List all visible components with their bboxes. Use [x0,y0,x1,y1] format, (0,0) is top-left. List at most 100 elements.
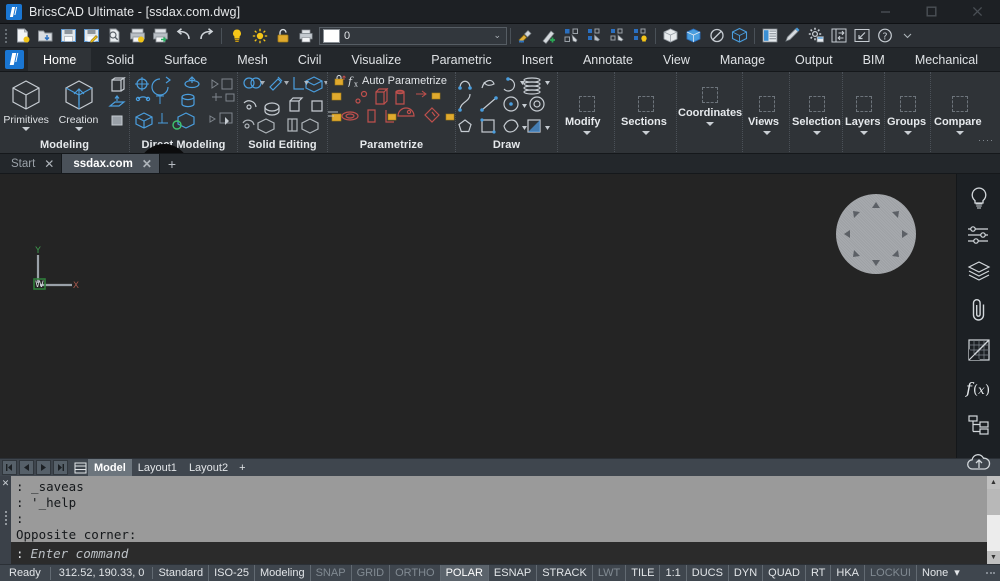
add-selected-icon[interactable] [537,25,560,47]
tab-solid[interactable]: Solid [91,48,149,71]
status-item-dyn[interactable]: DYN [729,564,764,581]
status-item-standard[interactable]: Standard [153,564,210,581]
layout-tab-layout2[interactable]: Layout2 [183,459,234,477]
command-input[interactable]: : Enter command [11,542,987,564]
status-item-strack[interactable]: STRACK [537,564,593,581]
doc-tab-start[interactable]: Start ✕ [0,154,63,173]
tab-annotate[interactable]: Annotate [568,48,648,71]
scroll-down-arrow-icon[interactable]: ▼ [987,551,1000,564]
box-solid-icon[interactable] [107,112,127,128]
tab-output[interactable]: Output [780,48,848,71]
layers-icon[interactable] [964,260,994,282]
sections-caret-icon[interactable] [642,131,650,135]
coordinates-caret-icon[interactable] [706,122,714,126]
match-properties-icon[interactable] [514,25,537,47]
views-label[interactable]: Views [748,116,779,128]
last-layout-button[interactable] [53,460,68,475]
compare-label[interactable]: Compare [934,116,982,128]
status-item-lwt[interactable]: LWT [593,564,627,581]
views-caret-icon[interactable] [763,131,771,135]
tab-home[interactable]: Home [28,48,92,71]
new-document-tab-button[interactable]: + [160,154,184,173]
status-item-hka[interactable]: HKA [831,564,866,581]
layout-list-icon[interactable] [72,460,88,475]
tab-insert[interactable]: Insert [507,48,568,71]
selection-label[interactable]: Selection [792,116,841,128]
tab-view[interactable]: View [648,48,705,71]
toolbar-grip[interactable] [3,27,9,45]
status-resize-grip[interactable] [981,572,1000,574]
ribbon-overflow-dots[interactable]: ···· [978,135,994,145]
coordinates-label[interactable]: Coordinates [678,107,742,119]
undo-button[interactable] [172,25,195,47]
modify-label[interactable]: Modify [565,116,600,128]
status-item-grid[interactable]: GRID [352,564,391,581]
open-drawing-button[interactable] [34,25,57,47]
structure-tree-icon[interactable] [964,414,994,436]
redo-button[interactable] [195,25,218,47]
status-item-lockui[interactable]: LOCKUI [865,564,917,581]
polysolid-icon[interactable] [107,77,127,94]
settings-icon[interactable] [804,25,827,47]
status-item-tile[interactable]: TILE [626,564,661,581]
help-icon[interactable]: ? [873,25,896,47]
doc-tab-ssdax[interactable]: ssdax.com ✕ [62,154,160,173]
scroll-thumb[interactable] [987,489,1000,515]
layers-label[interactable]: Layers [845,116,880,128]
next-layout-button[interactable] [36,460,51,475]
status-item-modeling[interactable]: Modeling [255,564,311,581]
layer-on-icon[interactable] [225,25,248,47]
primitives-button[interactable]: Primitives [0,74,52,131]
status-item-esnap[interactable]: ESNAP [489,564,538,581]
drawing-canvas[interactable]: W Y X [0,174,956,458]
unisolate-objects-icon[interactable] [705,25,728,47]
lookfrom-widget[interactable] [836,194,916,274]
status-item-snap[interactable]: SNAP [311,564,352,581]
planar-surface-icon[interactable] [107,95,127,111]
hide-objects-icon[interactable] [659,25,682,47]
status-item-ortho[interactable]: ORTHO [390,564,441,581]
prev-layout-button[interactable] [19,460,34,475]
tab-bim[interactable]: BIM [848,48,900,71]
new-drawing-button[interactable] [11,25,34,47]
tab-civil[interactable]: Civil [283,48,337,71]
sliders-icon[interactable] [964,225,994,245]
toggle-bar-icon[interactable] [827,25,850,47]
select-visible-icon[interactable] [629,25,652,47]
primitives-caret-icon[interactable] [22,127,31,131]
properties-panel-icon[interactable] [758,25,781,47]
ribbon-app-menu-button[interactable] [0,48,28,71]
attachments-icon[interactable] [964,297,994,323]
chevron-down-icon[interactable]: ⌄ [493,30,506,41]
save-as-button[interactable] [80,25,103,47]
status-item-ducs[interactable]: DUCS [687,564,729,581]
tab-manage[interactable]: Manage [705,48,780,71]
minimize-button[interactable] [862,0,908,24]
drawing-explorer-icon[interactable] [781,25,804,47]
status-item-none[interactable]: None [917,565,953,581]
layout-tab-model[interactable]: Model [88,458,132,477]
tab-surface[interactable]: Surface [149,48,222,71]
hatch-icon[interactable] [964,338,994,362]
publish-button[interactable] [126,25,149,47]
layers-caret-icon[interactable] [860,131,868,135]
tab-visualize[interactable]: Visualize [336,48,416,71]
tab-parametric[interactable]: Parametric [416,48,506,71]
groups-label[interactable]: Groups [887,116,926,128]
creation-button[interactable]: Creation [52,74,104,131]
layer-selector[interactable]: 0 ⌄ [319,26,507,45]
status-item-iso25[interactable]: ISO-25 [209,564,255,581]
doc-tab-start-close-icon[interactable]: ✕ [44,158,54,170]
command-panel-grip[interactable] [4,511,7,525]
first-layout-button[interactable] [2,460,17,475]
sections-label[interactable]: Sections [621,116,667,128]
compare-caret-icon[interactable] [956,131,964,135]
maximize-button[interactable] [908,0,954,24]
status-item-rt[interactable]: RT [806,564,832,581]
tab-mechanical[interactable]: Mechanical [900,48,993,71]
selection-caret-icon[interactable] [813,131,821,135]
quick-select-icon[interactable] [606,25,629,47]
layer-lock-icon[interactable] [271,25,294,47]
select-by-property-icon[interactable] [583,25,606,47]
groups-caret-icon[interactable] [904,131,912,135]
